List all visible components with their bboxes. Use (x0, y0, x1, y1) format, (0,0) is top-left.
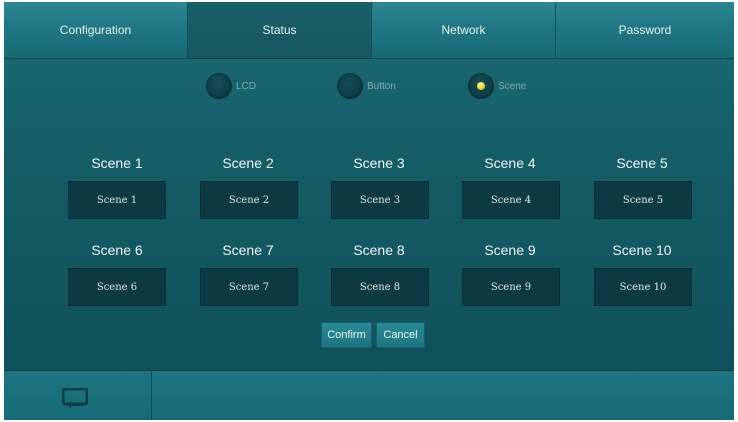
scene-label: Scene 10 (612, 242, 672, 258)
scene-name-field[interactable] (594, 181, 692, 219)
tab-password[interactable]: Password (556, 2, 734, 58)
mode-radio-scene[interactable]: Scene (468, 72, 526, 100)
radio-indicator (337, 73, 363, 99)
footer-bar (4, 370, 734, 420)
cancel-button[interactable]: Cancel (376, 322, 425, 348)
radio-label: LCD (236, 80, 257, 92)
scene-name-field[interactable] (200, 268, 298, 306)
scene-name-field[interactable] (462, 181, 560, 219)
radio-label: Button (367, 80, 396, 92)
tab-divider (4, 58, 734, 59)
back-button[interactable] (4, 371, 152, 420)
scene-label: Scene 5 (616, 155, 668, 171)
tab-bar: Configuration Status Network Password (4, 2, 734, 58)
scene-label: Scene 2 (222, 155, 274, 171)
scene-name-field[interactable] (594, 268, 692, 306)
scene-name-field[interactable] (331, 181, 429, 219)
scene-label: Scene 7 (222, 242, 274, 258)
radio-label: Scene (498, 80, 527, 92)
radio-indicator (206, 73, 232, 99)
scene-label: Scene 3 (353, 155, 405, 171)
scene-name-field[interactable] (462, 268, 560, 306)
radio-indicator-selected (468, 73, 494, 99)
scene-label: Scene 6 (91, 242, 143, 258)
scene-name-field[interactable] (200, 181, 298, 219)
scene-label: Scene 4 (484, 155, 536, 171)
app-window: Configuration Status Network Password LC… (4, 2, 734, 420)
scene-label: Scene 1 (91, 155, 143, 171)
tab-configuration[interactable]: Configuration (4, 2, 188, 58)
scene-name-field[interactable] (331, 268, 429, 306)
scene-label: Scene 8 (353, 242, 405, 258)
scene-name-field[interactable] (68, 181, 166, 219)
scene-name-field[interactable] (68, 268, 166, 306)
mode-radio-button[interactable]: Button (337, 72, 396, 100)
tab-network[interactable]: Network (372, 2, 556, 58)
back-return-icon (62, 388, 88, 408)
confirm-button[interactable]: Confirm (321, 322, 372, 348)
mode-radio-lcd[interactable]: LCD (206, 72, 256, 100)
tab-status[interactable]: Status (188, 2, 372, 58)
scene-label: Scene 9 (484, 242, 536, 258)
